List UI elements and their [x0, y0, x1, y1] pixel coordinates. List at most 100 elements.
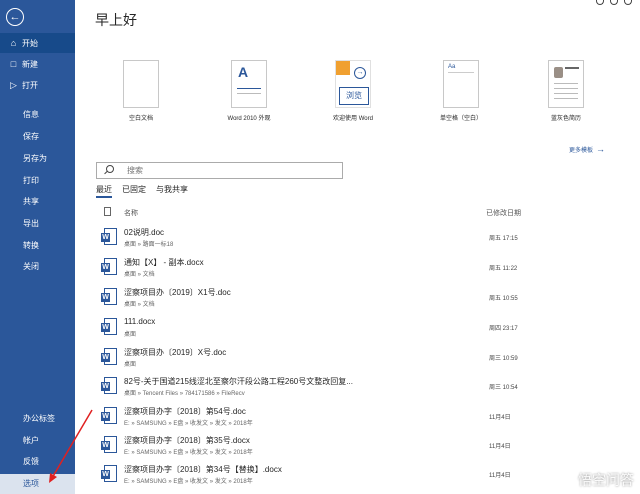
document-date: 周五 10:55	[489, 296, 518, 302]
template-label: 空白文档	[128, 116, 153, 122]
list-item[interactable]: W 82号-关于国道215线涩北至察尔汗段公路工程260号文整改回复... 桌面…	[96, 372, 636, 402]
user-icon[interactable]	[596, 0, 604, 5]
sidebar-item-label: 打开	[22, 81, 38, 90]
sidebar-item-share[interactable]: 共享	[0, 192, 75, 212]
sidebar-item-options[interactable]: 选项	[0, 474, 75, 494]
document-tabs: 最近 已固定 与我共享	[96, 184, 188, 198]
document-title: 涩察项目办字〔2018〕第35号.docx	[124, 436, 250, 445]
template-lines	[554, 98, 578, 99]
watermark: 悟空问答	[560, 470, 634, 490]
sidebar-item-feedback[interactable]: 反馈	[0, 452, 75, 472]
sidebar-item-close[interactable]: 关闭	[0, 257, 75, 277]
search-input[interactable]	[127, 164, 327, 177]
tab-pinned[interactable]: 已固定	[122, 184, 146, 198]
home-icon: ⌂	[10, 38, 17, 48]
document-list-header: 名称 已修改日期	[96, 206, 636, 220]
list-item[interactable]: W 111.docx 桌面 周四 23:17	[96, 313, 636, 343]
document-date: 11月4日	[489, 415, 511, 421]
document-path: 桌面 » 路面一标18	[124, 242, 174, 248]
sidebar-item-label: 转换	[23, 241, 39, 250]
list-item[interactable]: W 涩察项目办字〔2018〕第34号【替换】.docx E: » SAMSUNG…	[96, 460, 636, 490]
document-date: 11月4日	[489, 444, 511, 450]
tab-shared-with-me[interactable]: 与我共享	[156, 184, 188, 198]
sidebar-item-label: 共享	[23, 197, 39, 206]
tab-recent[interactable]: 最近	[96, 184, 112, 198]
column-header-date[interactable]: 已修改日期	[486, 208, 521, 218]
template-thumb-text: 浏览	[339, 87, 369, 105]
more-templates-link[interactable]: 更多模板 →	[569, 144, 605, 154]
template-welcome-to-word[interactable]: → 浏览 欢迎使用 Word	[313, 60, 393, 122]
open-folder-icon: ▷	[10, 80, 17, 90]
sidebar-item-label: 信息	[23, 110, 39, 119]
top-strip	[596, 0, 632, 6]
template-thumbnail	[123, 60, 159, 108]
document-date: 11月4日	[489, 473, 511, 479]
sidebar-item-home[interactable]: ⌂ 开始	[0, 33, 75, 53]
sidebar-item-convert[interactable]: 转换	[0, 236, 75, 256]
template-blank-document[interactable]: 空白文档	[101, 60, 181, 122]
list-item[interactable]: W 02说明.doc 桌面 » 路面一标18 周五 17:15	[96, 223, 636, 253]
list-item[interactable]: W 涩察项目办〔2019〕X1号.doc 桌面 » 文档 周五 10:55	[96, 283, 636, 313]
document-date: 周五 11:22	[489, 266, 518, 272]
document-title: 涩察项目办字〔2018〕第54号.doc	[124, 407, 246, 416]
document-path: 桌面	[124, 332, 137, 338]
list-item[interactable]: W 涩察项目办〔2019〕X号.doc 桌面 周三 10:59	[96, 343, 636, 373]
column-header-name[interactable]: 名称	[124, 208, 138, 218]
template-label: 蓝灰色简历	[550, 116, 581, 122]
template-label: Word 2010 外观	[227, 116, 271, 122]
sidebar-item-label: 新建	[22, 60, 38, 69]
watermark-text: 悟空问答	[578, 472, 634, 488]
template-lines	[448, 72, 474, 73]
document-path: E: » SAMSUNG » E盘 » 收发文 » 发文 » 2018年	[124, 421, 253, 427]
new-document-icon: □	[10, 59, 17, 69]
template-thumbnail: Aa	[443, 60, 479, 108]
document-path: 桌面 » 文档	[124, 272, 155, 278]
back-arrow-icon[interactable]: ←	[6, 8, 24, 26]
document-date: 周三 10:54	[489, 385, 518, 391]
sidebar-item-label: 开始	[22, 39, 38, 48]
document-icon	[104, 207, 111, 216]
sidebar-item-save-as[interactable]: 另存为	[0, 149, 75, 169]
smiley-icon[interactable]	[624, 0, 632, 5]
sidebar-item-office-tab[interactable]: 办公标签	[0, 409, 75, 429]
arrow-right-circle-icon: →	[354, 67, 366, 79]
sidebar-item-label: 导出	[23, 219, 39, 228]
sidebar-item-account[interactable]: 帐户	[0, 431, 75, 451]
sidebar-item-export[interactable]: 导出	[0, 214, 75, 234]
list-item[interactable]: W 涩察项目办字〔2018〕第54号.doc E: » SAMSUNG » E盘…	[96, 402, 636, 432]
list-item[interactable]: W 涩察项目办字〔2018〕第35号.docx E: » SAMSUNG » E…	[96, 431, 636, 461]
sidebar-item-print[interactable]: 打印	[0, 171, 75, 191]
template-label: 单空格（空白）	[439, 116, 482, 122]
sidebar-item-save[interactable]: 保存	[0, 127, 75, 147]
document-path: 桌面	[124, 362, 137, 368]
document-title: 涩察项目办〔2019〕X号.doc	[124, 348, 227, 357]
word-doc-icon: W	[101, 258, 117, 276]
list-item[interactable]: W 通知【X】 - 副本.docx 桌面 » 文档 周五 11:22	[96, 253, 636, 283]
sidebar-item-label: 选项	[23, 479, 39, 488]
sidebar-item-info[interactable]: 信息	[0, 105, 75, 125]
backstage-sidebar: ← ⌂ 开始 □ 新建 ▷ 打开 信息 保存 另存为 打印 共享 导出 转换 关闭 办…	[0, 0, 75, 494]
search-icon	[106, 165, 114, 173]
sidebar-item-open[interactable]: ▷ 打开	[0, 75, 75, 95]
template-word-2010[interactable]: A Word 2010 外观	[209, 60, 289, 122]
letter-a-icon: A	[238, 64, 249, 80]
word-doc-icon: W	[101, 228, 117, 246]
word-doc-icon: W	[101, 377, 117, 395]
wukong-logo-icon	[560, 473, 574, 487]
template-blue-grey-resume[interactable]: 蓝灰色简历	[526, 60, 606, 122]
sidebar-item-new[interactable]: □ 新建	[0, 54, 75, 74]
word-doc-icon: W	[101, 348, 117, 366]
template-single-spaced[interactable]: Aa 单空格（空白）	[421, 60, 501, 122]
word-doc-icon: W	[101, 465, 117, 483]
sidebar-item-label: 反馈	[23, 457, 39, 466]
word-doc-icon: W	[101, 436, 117, 454]
document-date: 周四 23:17	[489, 326, 518, 332]
emoji-icon[interactable]	[610, 0, 618, 5]
backstage-main: 早上好 空白文档 A Word 2010 外观 → 浏览 欢迎使用 Word A…	[75, 0, 640, 494]
search-box[interactable]	[96, 162, 343, 179]
template-lines	[237, 88, 261, 101]
template-gallery: 空白文档 A Word 2010 外观 → 浏览 欢迎使用 Word Aa 单空…	[101, 60, 621, 130]
template-thumbnail	[548, 60, 584, 108]
sidebar-item-label: 保存	[23, 132, 39, 141]
resume-photo-icon	[554, 67, 563, 78]
